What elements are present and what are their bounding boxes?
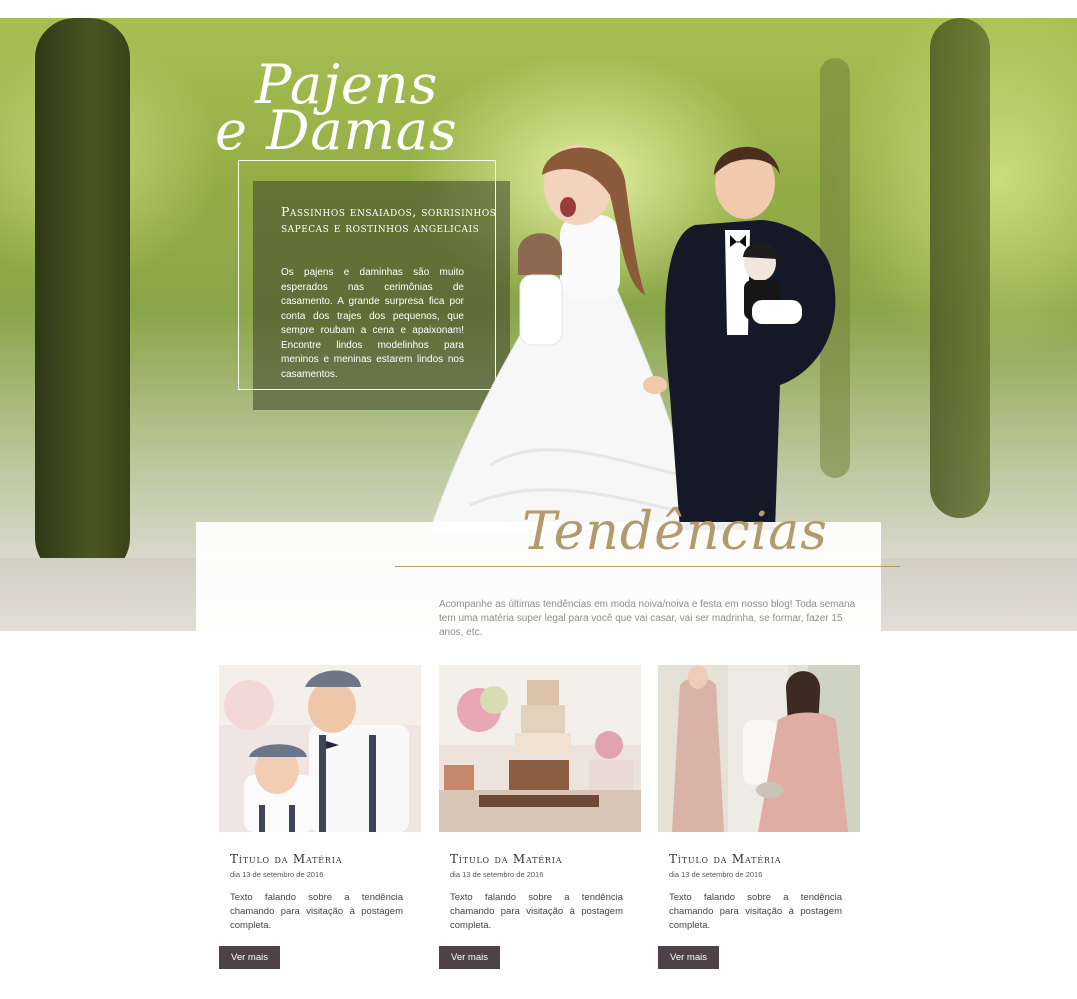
wedding-cake-table-photo (439, 665, 641, 832)
article-card: Título da Matéria dia 13 de setembro de … (219, 665, 421, 969)
article-image[interactable] (658, 665, 860, 832)
article-excerpt: Texto falando sobre a tendência chamando… (230, 892, 403, 931)
article-excerpt: Texto falando sobre a tendência chamando… (669, 892, 842, 931)
read-more-button[interactable]: Ver mais (439, 946, 500, 969)
bridesmaid-dresses-photo (658, 665, 860, 832)
read-more-button[interactable]: Ver mais (219, 946, 280, 969)
page-boys-photo (219, 665, 421, 832)
article-title[interactable]: Título da Matéria (669, 852, 860, 866)
article-date: dia 13 de setembro de 2016 (669, 870, 763, 879)
trends-divider (395, 566, 900, 567)
article-date: dia 13 de setembro de 2016 (230, 870, 324, 879)
hero-title-line2: e Damas (215, 99, 458, 162)
read-more-button[interactable]: Ver mais (658, 946, 719, 969)
trends-title: Tendências (522, 502, 828, 562)
article-image[interactable] (219, 665, 421, 832)
hero-script-title: Pajens e Damas (215, 58, 458, 162)
article-date: dia 13 de setembro de 2016 (450, 870, 544, 879)
article-card: Título da Matéria dia 13 de setembro de … (658, 665, 860, 969)
trends-description: Acompanhe as últimas tendências em moda … (439, 599, 856, 638)
tree-trunk (35, 18, 130, 578)
kids-photo (430, 145, 836, 531)
girl-dress (430, 284, 701, 531)
article-excerpt: Texto falando sobre a tendência chamando… (450, 892, 623, 931)
article-image[interactable] (439, 665, 641, 832)
tree-trunk (930, 18, 990, 518)
article-card: Título da Matéria dia 13 de setembro de … (439, 665, 641, 969)
article-title[interactable]: Título da Matéria (230, 852, 421, 866)
article-title[interactable]: Título da Matéria (450, 852, 641, 866)
